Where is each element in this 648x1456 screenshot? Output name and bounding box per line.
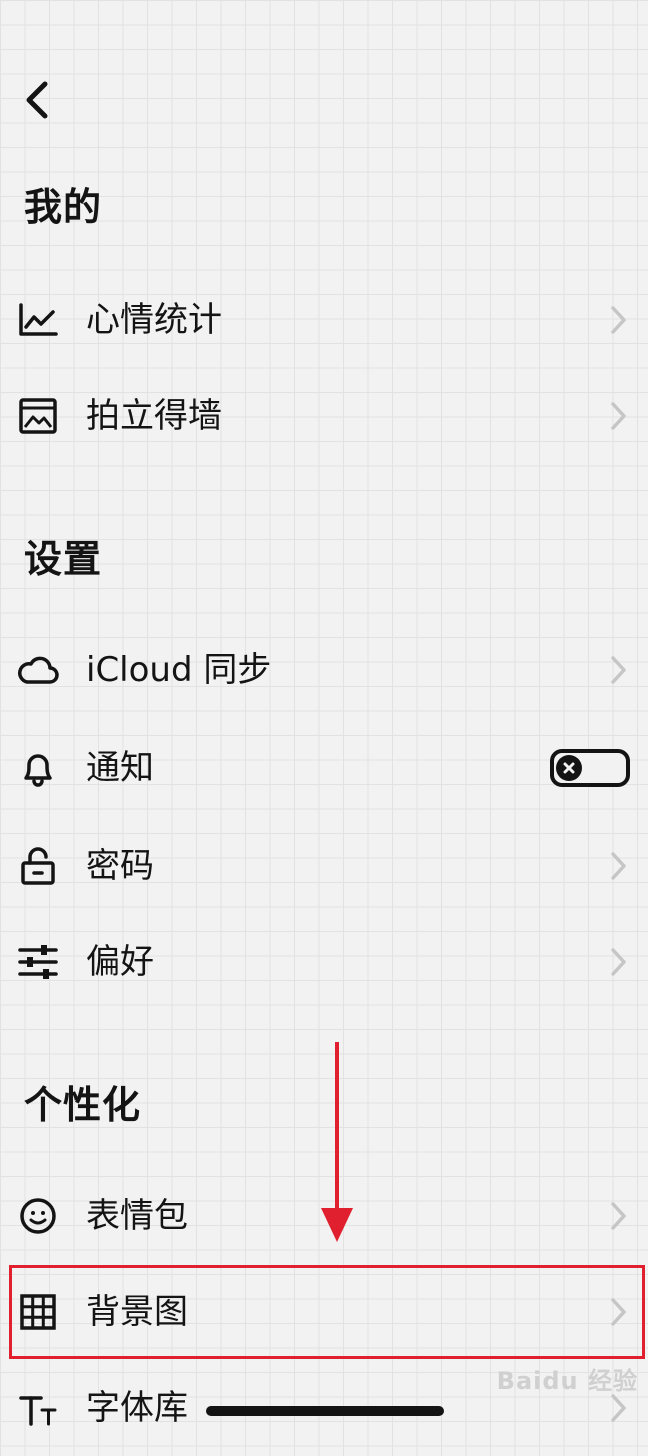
chevron-right-icon [611,1394,626,1422]
line-chart-icon [16,298,60,342]
menu-item-icloud-sync[interactable]: iCloud 同步 [0,622,648,718]
section-title-personalize: 个性化 [24,1083,142,1127]
chevron-right-icon [611,948,626,976]
annotation-arrow [321,1042,353,1242]
menu-item-label: 字体库 [86,1388,188,1428]
menu-item-notifications: 通知 [0,720,648,816]
chevron-right-icon [611,402,626,430]
menu-item-photo-wall[interactable]: 拍立得墙 [0,368,648,464]
chevron-left-icon [26,81,48,119]
menu-item-label: 密码 [86,846,154,886]
photo-wall-icon [16,394,60,438]
section-title-mine: 我的 [24,185,103,229]
menu-item-mood-stats[interactable]: 心情统计 [0,272,648,368]
sliders-icon [16,940,60,984]
section-title-settings: 设置 [24,537,103,581]
notification-toggle[interactable] [550,749,630,787]
menu-item-label: 拍立得墙 [86,396,222,436]
menu-item-label: 表情包 [86,1196,188,1236]
chevron-right-icon [611,852,626,880]
chevron-right-icon [611,306,626,334]
watermark: Baidu 经验 [496,1367,638,1395]
font-icon [16,1386,60,1430]
bell-icon [16,746,60,790]
home-indicator [206,1406,444,1416]
smiley-icon [16,1194,60,1238]
menu-item-password[interactable]: 密码 [0,818,648,914]
toggle-off-icon [556,755,582,781]
back-button[interactable] [14,76,62,124]
menu-item-label: iCloud 同步 [86,650,272,690]
lock-icon [16,844,60,888]
annotation-highlight-box [9,1265,645,1359]
chevron-right-icon [611,656,626,684]
menu-item-label: 偏好 [86,942,154,982]
menu-item-label: 通知 [86,748,154,788]
menu-item-label: 心情统计 [86,300,222,340]
cloud-icon [16,648,60,692]
chevron-right-icon [611,1202,626,1230]
menu-item-preferences[interactable]: 偏好 [0,914,648,1010]
